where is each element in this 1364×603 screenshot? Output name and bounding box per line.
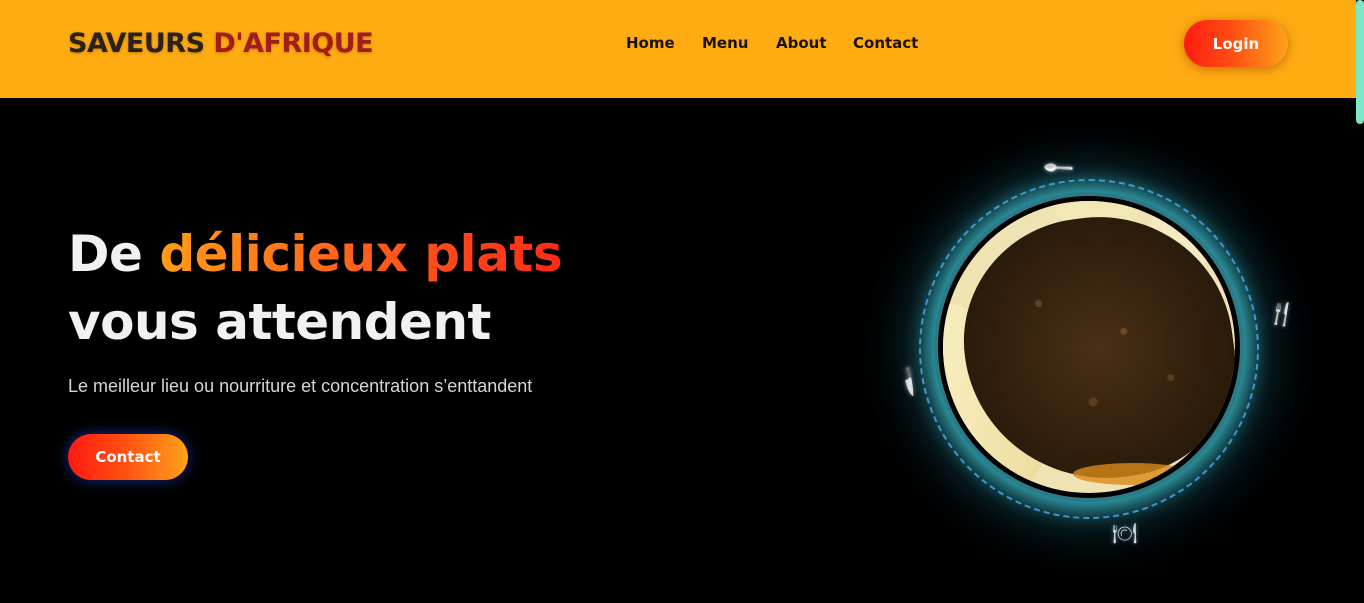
palm-oil xyxy=(1073,463,1193,485)
site-header: SAVEURS D'AFRIQUE Home Menu About Contac… xyxy=(0,0,1356,98)
nav-link-home[interactable]: Home xyxy=(626,34,675,52)
plate-icon: 🍽 xyxy=(1112,521,1138,545)
dish-image xyxy=(938,196,1240,498)
page-scrollbar[interactable] xyxy=(1356,0,1364,603)
fork-knife-icon: 🍴 xyxy=(1266,299,1298,330)
hero-title-word: De xyxy=(68,225,143,283)
scrollbar-thumb[interactable] xyxy=(1356,0,1364,124)
nav-link-contact[interactable]: Contact xyxy=(853,34,918,52)
dish-food xyxy=(943,201,1235,493)
hero-title-highlight: délicieux plats xyxy=(159,225,563,283)
nav-link-about[interactable]: About xyxy=(776,34,827,52)
brand-word-afrique: D'AFRIQUE xyxy=(213,28,374,59)
hero-title-line2: vous attendent xyxy=(68,293,491,351)
contact-button[interactable]: Contact xyxy=(68,434,188,480)
login-button[interactable]: Login xyxy=(1184,20,1288,67)
brand-word-saveurs: SAVEURS xyxy=(68,28,205,59)
nav-link-menu[interactable]: Menu xyxy=(702,34,748,52)
brand-logo[interactable]: SAVEURS D'AFRIQUE xyxy=(68,28,374,59)
hero-title-line1: De délicieux plats xyxy=(68,220,563,288)
hero-title: De délicieux plats vous attendent xyxy=(68,220,563,356)
hero-subtitle: Le meilleur lieu ou nourriture et concen… xyxy=(68,376,533,396)
